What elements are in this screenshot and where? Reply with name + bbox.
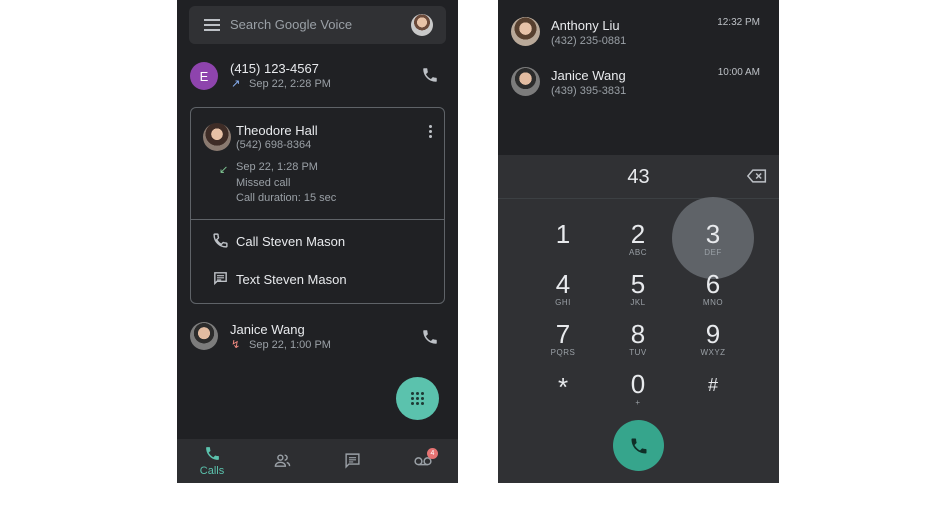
key-8[interactable]: 8 TUV xyxy=(608,320,668,358)
backspace-icon[interactable] xyxy=(747,169,767,183)
phone-icon xyxy=(213,233,228,248)
call-time: 10:00 AM xyxy=(717,67,760,78)
message-icon xyxy=(345,453,360,469)
key-letters: + xyxy=(635,398,641,407)
key-letters: WXYZ xyxy=(700,348,726,357)
phone-icon[interactable] xyxy=(421,328,439,346)
message-icon xyxy=(214,272,227,286)
phone-icon[interactable] xyxy=(421,66,439,84)
dialed-number[interactable]: 43 xyxy=(498,166,779,189)
key-0[interactable]: 0 + xyxy=(608,370,668,408)
contact-number: (542) 698-8364 xyxy=(236,139,312,151)
call-detail-card: Theodore Hall (542) 698-8364 ↙ Sep 22, 1… xyxy=(190,107,445,304)
key-digit: 4 xyxy=(555,269,571,299)
key-digit: 2 xyxy=(630,219,646,249)
call-duration: Call duration: 15 sec xyxy=(236,192,337,204)
key-digit: 7 xyxy=(555,319,571,349)
phone-icon xyxy=(206,447,219,460)
account-avatar[interactable] xyxy=(411,14,433,36)
dialpad-icon xyxy=(411,392,424,405)
dial-input-bar: 43 xyxy=(498,155,779,199)
bottom-navigation: Calls 4 xyxy=(177,439,458,483)
place-call-button[interactable] xyxy=(613,420,664,471)
caller-number: (415) 123-4567 xyxy=(230,61,319,76)
key-hash[interactable]: # xyxy=(683,371,743,399)
key-digit: 0 xyxy=(630,369,646,399)
key-digit: 8 xyxy=(630,319,646,349)
key-5[interactable]: 5 JKL xyxy=(608,270,668,308)
key-digit: 1 xyxy=(555,219,571,249)
call-date: Sep 22, 2:28 PM xyxy=(249,78,331,90)
call-time: 12:32 PM xyxy=(717,17,760,28)
dialpad-fab[interactable] xyxy=(396,377,439,420)
key-6[interactable]: 6 MNO xyxy=(683,270,743,308)
contact-avatar xyxy=(511,67,540,96)
key-letters: GHI xyxy=(555,298,571,307)
key-letters: MNO xyxy=(702,298,724,307)
key-digit: 9 xyxy=(705,319,721,349)
phone-icon xyxy=(631,438,646,453)
key-digit: 3 xyxy=(705,219,721,249)
search-bar[interactable]: Search Google Voice xyxy=(189,6,446,44)
key-digit: # xyxy=(707,375,718,395)
nav-calls-label: Calls xyxy=(199,465,225,477)
key-3[interactable]: 3 DEF xyxy=(683,220,743,258)
dialer-screen: Anthony Liu (432) 235-0881 12:32 PM Jani… xyxy=(498,0,779,483)
key-letters: TUV xyxy=(629,348,647,357)
incoming-arrow-icon: ↙ xyxy=(219,164,229,176)
key-9[interactable]: 9 WXYZ xyxy=(683,320,743,358)
call-history-screen: Search Google Voice E (415) 123-4567 ↗ S… xyxy=(177,0,458,483)
key-digit: 5 xyxy=(630,269,646,299)
key-digit: * xyxy=(557,372,569,402)
nav-messages[interactable] xyxy=(317,439,387,483)
key-2[interactable]: 2 ABC xyxy=(608,220,668,258)
call-action-label[interactable]: Call Steven Mason xyxy=(236,234,345,249)
nav-calls[interactable]: Calls xyxy=(177,439,247,483)
key-letters: DEF xyxy=(704,248,722,257)
call-date: Sep 22, 1:00 PM xyxy=(249,339,331,351)
divider xyxy=(191,219,444,220)
contact-number: (439) 395-3831 xyxy=(551,85,627,97)
contact-avatar xyxy=(190,322,218,350)
nav-voicemail[interactable]: 4 xyxy=(387,439,457,483)
key-digit: 6 xyxy=(705,269,721,299)
text-action-label[interactable]: Text Steven Mason xyxy=(236,272,347,287)
key-letters: ABC xyxy=(629,248,647,257)
contacts-icon xyxy=(274,454,291,467)
key-1[interactable]: 1 xyxy=(533,220,593,248)
contact-name: Janice Wang xyxy=(551,68,626,83)
dialpad: 43 1 2 ABC 3 DEF 4 GHI 5 JKL 6 MNO 7 PQR… xyxy=(498,155,779,483)
contact-number: (432) 235-0881 xyxy=(551,35,627,47)
call-time: Sep 22, 1:28 PM xyxy=(236,161,318,173)
contact-avatar: E xyxy=(190,62,218,90)
contact-avatar xyxy=(511,17,540,46)
voicemail-badge: 4 xyxy=(427,448,438,459)
key-4[interactable]: 4 GHI xyxy=(533,270,593,308)
contact-name: Anthony Liu xyxy=(551,18,620,33)
key-letters: PQRS xyxy=(550,348,576,357)
contact-avatar xyxy=(203,123,231,151)
more-options-icon[interactable] xyxy=(429,125,432,140)
key-7[interactable]: 7 PQRS xyxy=(533,320,593,358)
outgoing-arrow-icon: ↗ xyxy=(231,78,241,90)
caller-name: Janice Wang xyxy=(230,322,305,337)
key-star[interactable]: * xyxy=(533,373,593,401)
missed-call-arrow-icon: ↯ xyxy=(231,339,241,351)
search-placeholder[interactable]: Search Google Voice xyxy=(230,17,352,32)
call-status: Missed call xyxy=(236,177,291,189)
menu-icon[interactable] xyxy=(204,19,220,31)
nav-contacts[interactable] xyxy=(247,439,317,483)
contact-name: Theodore Hall xyxy=(236,123,318,138)
key-letters: JKL xyxy=(630,298,646,307)
